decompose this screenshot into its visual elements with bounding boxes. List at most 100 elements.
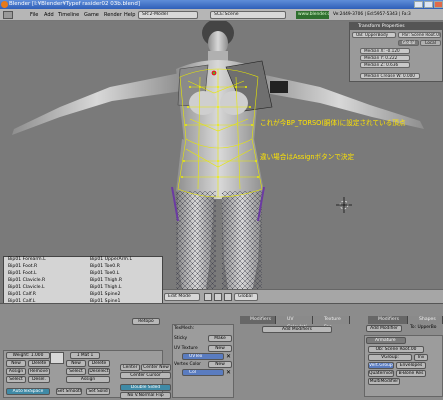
- new-group-button[interactable]: New: [6, 360, 26, 367]
- tab-texture-face[interactable]: Texture Fac: [314, 316, 350, 330]
- tab-modifiers-right[interactable]: Modifiers: [368, 316, 408, 324]
- local-toggle[interactable]: Local: [420, 40, 441, 46]
- global-toggle[interactable]: Global: [398, 40, 419, 46]
- uv-texture-label: UV Texture: [174, 346, 198, 351]
- texmesh-label: TexMesh:: [174, 326, 195, 331]
- delete-uvtex-icon[interactable]: ✕: [226, 353, 232, 360]
- add-modifiers-button[interactable]: Add Modifiers: [262, 326, 332, 333]
- armature-object-field[interactable]: Ob: Scene Root.00: [368, 346, 424, 353]
- add-modifier-button[interactable]: Add Modifier: [366, 325, 402, 332]
- close-icon[interactable]: [434, 1, 443, 8]
- remove-button[interactable]: Remove: [28, 368, 50, 375]
- mode-selector[interactable]: Edit Mode: [164, 293, 200, 301]
- uv-texture-new-button[interactable]: New: [208, 345, 232, 352]
- armature-modifier-header[interactable]: Armature: [366, 337, 406, 344]
- vertex-color-new-button[interactable]: New: [208, 361, 232, 368]
- edge-select-icon[interactable]: [214, 293, 222, 301]
- tab-modifiers[interactable]: Modifiers: [240, 316, 276, 324]
- list-item[interactable]: Bip01 Calf.R: [8, 292, 36, 298]
- retopo-button[interactable]: Retopo: [132, 318, 160, 325]
- maximize-icon[interactable]: [424, 1, 433, 8]
- list-item[interactable]: Bip01 Forearm.L: [8, 257, 46, 263]
- delete-col-icon[interactable]: ✕: [226, 369, 232, 376]
- annotation-line1: これが今BP_TORSO(胴体)に設定されている頂点: [260, 119, 406, 127]
- select-material-button[interactable]: Select: [66, 368, 86, 375]
- deselect-material-button[interactable]: Deselect: [88, 368, 110, 375]
- window-titlebar: Blender [I:¥Blender¥Typef rasider02 03b.…: [0, 0, 443, 9]
- annotation-line2: 違い場合はAssignボタンで決定: [260, 153, 355, 161]
- weight-field[interactable]: Weight: 1.000: [6, 352, 50, 359]
- col-field[interactable]: Col: [182, 369, 224, 376]
- envelopes-toggle[interactable]: Envelopes: [396, 362, 426, 369]
- median-crease-field[interactable]: Median Crease W: 0.000: [360, 73, 420, 79]
- vert-groups-toggle[interactable]: Vert.Groups: [368, 362, 394, 369]
- face-select-icon[interactable]: [224, 293, 232, 301]
- list-item[interactable]: Bip01 Foot.R: [8, 264, 37, 270]
- viewport-header: Edit Mode Global: [160, 289, 443, 303]
- vgroup-field[interactable]: VGroup:: [368, 354, 412, 361]
- new-material-button[interactable]: New: [66, 360, 86, 367]
- no-vnormal-flip-toggle[interactable]: No V.Normal Flip: [120, 392, 171, 399]
- quaternion-toggle[interactable]: Quaternion: [368, 370, 394, 377]
- vertex-select-icon[interactable]: [204, 293, 212, 301]
- deselect-group-button[interactable]: Desel.: [28, 376, 50, 383]
- scene-selector[interactable]: SCE:Scene: [210, 11, 286, 19]
- menu-add[interactable]: Add: [44, 11, 54, 19]
- material-index-field[interactable]: 1 Mat 1: [70, 352, 100, 359]
- transform-panel-title: Transform Properties: [350, 23, 442, 30]
- select-button[interactable]: Select: [6, 376, 26, 383]
- uvtex-field[interactable]: UVTex: [182, 353, 224, 360]
- center-button[interactable]: Center: [120, 364, 140, 371]
- buttons-window: Weight: 1.000 1 Mat 1 New Delete Assign …: [0, 303, 443, 400]
- center-new-button[interactable]: Center New: [141, 364, 171, 371]
- list-item[interactable]: Bip01 Clavicle.R: [8, 278, 45, 284]
- menu-game[interactable]: Game: [84, 11, 99, 19]
- double-sided-toggle[interactable]: Double Sided: [120, 384, 171, 391]
- multimodifier-toggle[interactable]: MultiModifier: [368, 378, 400, 385]
- object-name-field[interactable]: OB: UpperBody: [352, 32, 396, 38]
- invert-toggle[interactable]: Inv: [414, 354, 428, 361]
- list-item[interactable]: Bip01 Spine2: [90, 292, 120, 298]
- orientation-selector[interactable]: Global: [234, 293, 258, 301]
- top-menubar: File Add Timeline Game Render Help SR:2-…: [0, 9, 443, 21]
- delete-group-button[interactable]: Delete: [28, 360, 50, 367]
- set-smooth-button[interactable]: Set Smooth: [56, 388, 82, 395]
- list-item[interactable]: Bip01 UpperArm.L: [90, 257, 132, 263]
- list-item[interactable]: Bip01 Foot.L: [8, 271, 37, 277]
- menu-file[interactable]: File: [30, 11, 38, 19]
- tab-shapes[interactable]: Shapes: [409, 316, 443, 324]
- assign-material-button[interactable]: Assign: [66, 376, 110, 383]
- parent-field[interactable]: Par: Scene Root.00: [398, 32, 441, 38]
- list-item[interactable]: Bip01 Toe0.R: [90, 264, 120, 270]
- tab-uv-calculation[interactable]: UV Calculati: [277, 316, 313, 330]
- sticky-make-button[interactable]: Make: [208, 335, 232, 342]
- window-title: Blender [I:¥Blender¥Typef rasider02 03b.…: [9, 1, 140, 7]
- center-cursor-button[interactable]: Center Cursor: [120, 372, 171, 379]
- vertex-color-label: Vertex Color: [174, 362, 201, 367]
- autotexspace-button[interactable]: AutoTexSpace: [6, 388, 50, 395]
- bbone-rest-toggle[interactable]: B-Bone Res: [396, 370, 426, 377]
- transform-properties-panel: Transform Properties OB: UpperBody Par: …: [349, 22, 443, 82]
- to-object-label: To: UpperBo: [410, 325, 437, 330]
- median-x-field[interactable]: Median X: -0.120: [360, 48, 410, 54]
- mesh-stats: Ve:2449-3706 | Ed:5957-5343 | Fa:3: [333, 12, 411, 17]
- list-item[interactable]: Bip01 Thigh.L: [90, 285, 122, 291]
- set-solid-button[interactable]: Set Solid: [86, 388, 110, 395]
- median-y-field[interactable]: Median Y: 0.222: [360, 55, 410, 61]
- screen-selector[interactable]: SR:2-Model: [138, 11, 198, 19]
- blender-logo-icon: [1, 1, 8, 8]
- menu-render[interactable]: Render: [104, 11, 122, 19]
- material-preview-icon: [50, 352, 64, 364]
- list-item[interactable]: Bip01 Thigh.R: [90, 278, 122, 284]
- blender-url-label: www.blender.org 245: [296, 11, 329, 19]
- list-item[interactable]: Bip01 Toe0.L: [90, 271, 119, 277]
- editor-type-icon[interactable]: [3, 11, 13, 19]
- median-z-field[interactable]: Median Z: 0.636: [360, 62, 410, 68]
- assign-button[interactable]: Assign: [6, 368, 26, 375]
- menu-timeline[interactable]: Timeline: [58, 11, 79, 19]
- list-item[interactable]: Bip01 Clavicle.L: [8, 285, 45, 291]
- delete-material-button[interactable]: Delete: [88, 360, 110, 367]
- menu-help[interactable]: Help: [124, 11, 135, 19]
- sticky-label: Sticky: [174, 336, 188, 341]
- minimize-icon[interactable]: [414, 1, 423, 8]
